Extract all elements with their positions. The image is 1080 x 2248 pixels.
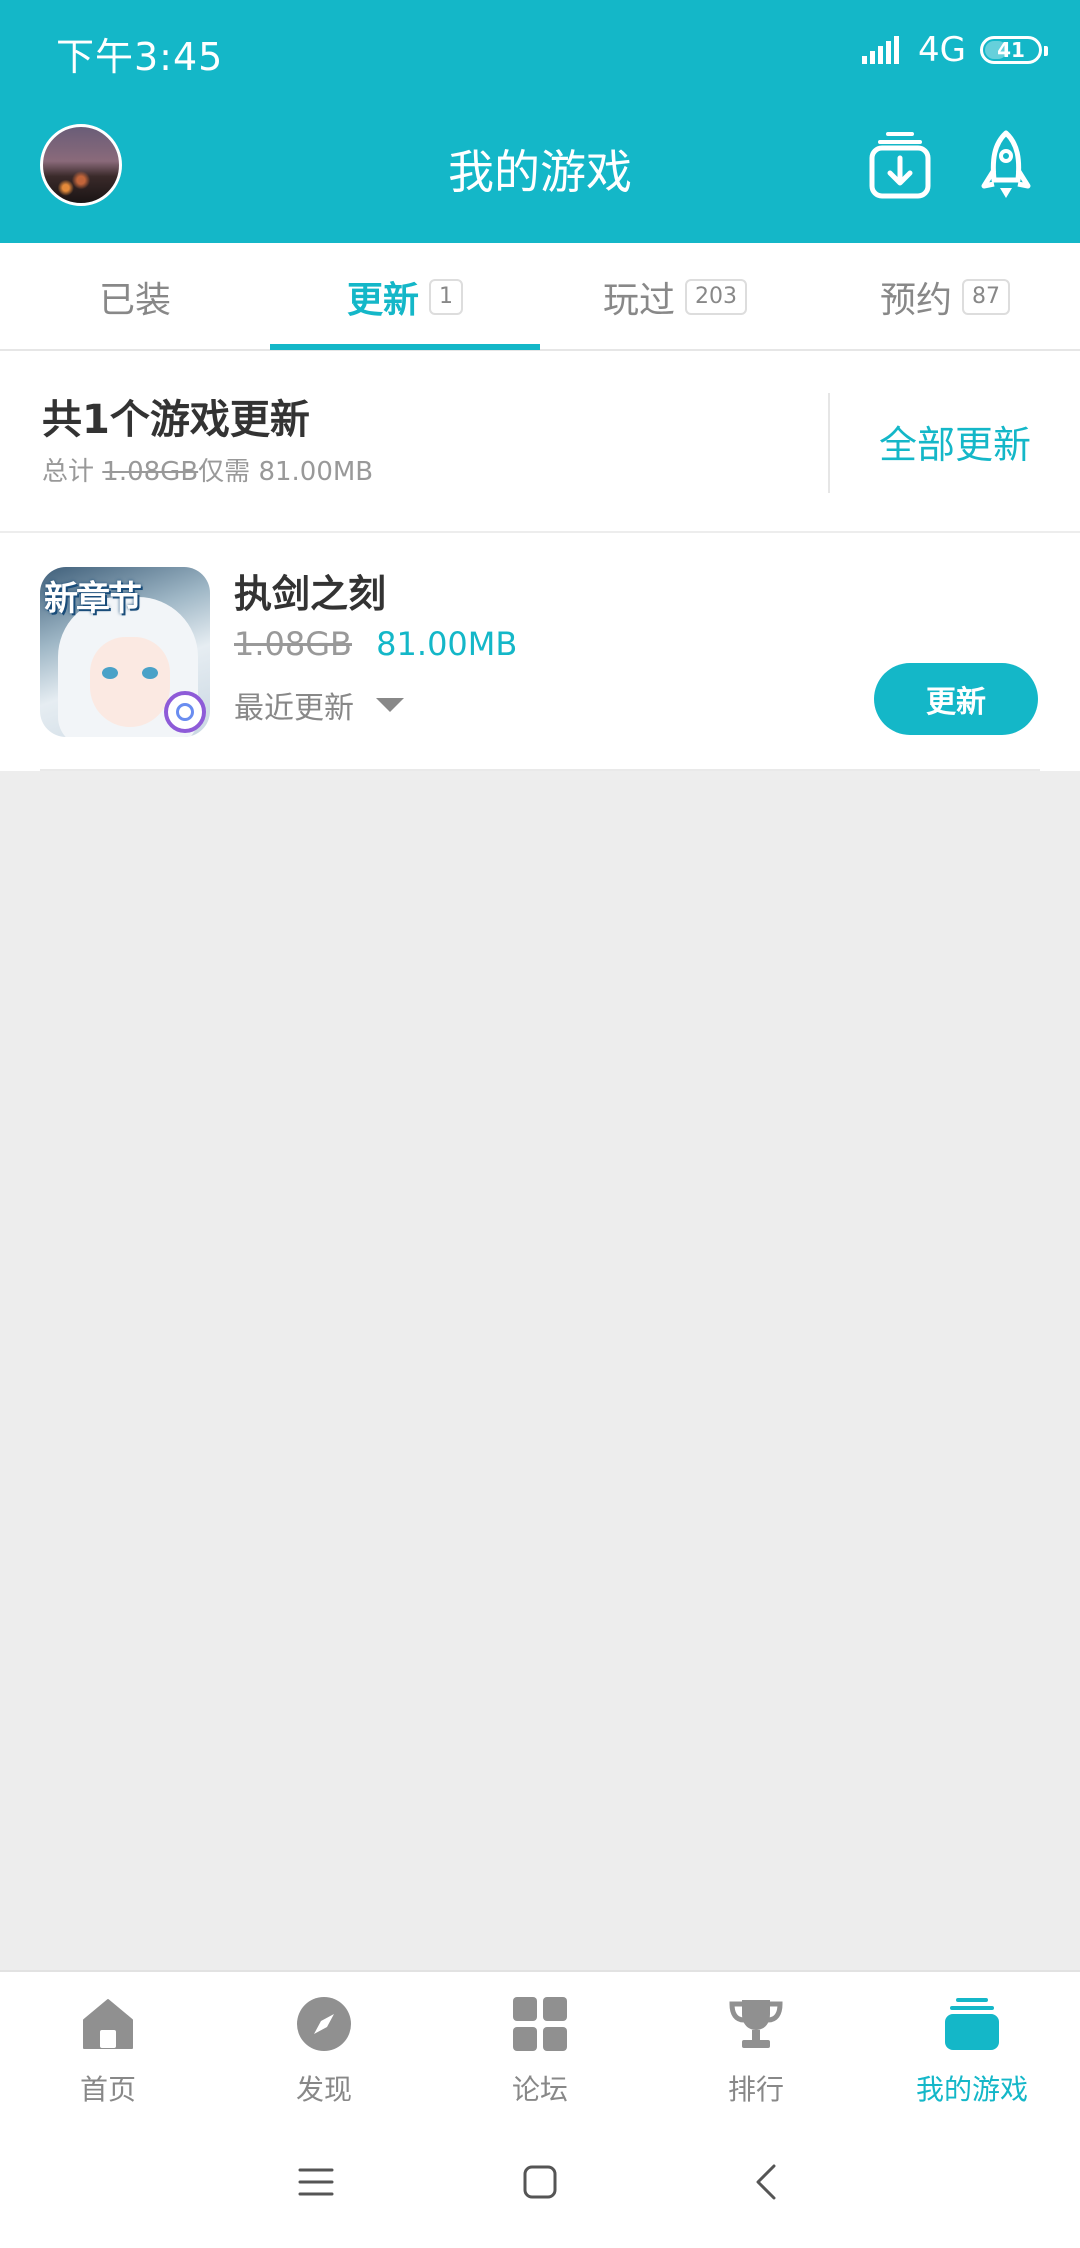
game-logo-badge-icon xyxy=(164,691,206,733)
home-icon xyxy=(83,1999,133,2049)
home-button-icon[interactable] xyxy=(516,2158,564,2206)
trophy-icon xyxy=(729,2000,783,2048)
app-header: 我的游戏 xyxy=(0,100,1080,243)
recent-update-label: 最近更新 xyxy=(234,691,354,726)
recent-update-toggle[interactable]: 最近更新 xyxy=(234,683,404,727)
icon-banner: 新章节 xyxy=(44,579,142,619)
nav-label: 首页 xyxy=(79,2073,136,2106)
game-sizes: 1.08GB 81.00MB xyxy=(234,625,517,663)
battery-icon: 41 xyxy=(980,36,1048,64)
back-icon[interactable] xyxy=(744,2158,792,2206)
nav-home[interactable]: 首页 xyxy=(0,1972,216,2118)
nav-label: 排行 xyxy=(727,2073,784,2106)
grid-icon xyxy=(513,1997,567,2051)
summary-title: 共1个游戏更新 xyxy=(42,397,310,443)
download-manager-icon[interactable] xyxy=(868,130,932,200)
tab-updates[interactable]: 更新 1 xyxy=(270,243,540,351)
status-time: 下午3:45 xyxy=(56,35,224,79)
tab-installed[interactable]: 已装 xyxy=(0,243,270,351)
nav-label: 发现 xyxy=(295,2073,352,2106)
battery-level: 41 xyxy=(997,38,1025,62)
update-summary: 共1个游戏更新 总计 1.08GB仅需 81.00MB 全部更新 xyxy=(0,351,1080,531)
bottom-nav: 首页 发现 论坛 排行 我的游戏 xyxy=(0,1970,1080,2118)
nav-label: 我的游戏 xyxy=(915,2073,1028,2106)
tab-bar: 已装 更新 1 玩过 203 预约 87 xyxy=(0,243,1080,351)
list-item[interactable]: 新章节 执剑之刻 1.08GB 81.00MB 最近更新 更新 xyxy=(0,533,1080,771)
divider xyxy=(40,769,1040,771)
update-all-button[interactable]: 全部更新 xyxy=(830,351,1080,531)
game-name: 执剑之刻 xyxy=(234,572,387,616)
total-label: 总计 xyxy=(42,457,95,487)
tab-label: 已装 xyxy=(98,280,171,321)
game-icon[interactable]: 新章节 xyxy=(40,567,210,737)
system-navigation-bar xyxy=(0,2118,1080,2248)
tab-played[interactable]: 玩过 203 xyxy=(540,243,810,351)
nav-discover[interactable]: 发现 xyxy=(216,1972,432,2118)
tab-label: 玩过 xyxy=(602,280,675,321)
new-size: 81.00MB xyxy=(376,625,518,663)
menu-icon[interactable] xyxy=(292,2158,340,2206)
summary-size-info: 总计 1.08GB仅需 81.00MB xyxy=(42,451,373,488)
total-size: 1.08GB xyxy=(102,457,199,487)
tab-reserved[interactable]: 预约 87 xyxy=(810,243,1080,351)
tab-label: 预约 xyxy=(879,280,952,321)
nav-my-games[interactable]: 我的游戏 xyxy=(864,1972,1080,2118)
update-button[interactable]: 更新 xyxy=(874,663,1038,735)
only-label: 仅需 xyxy=(198,457,251,487)
old-size: 1.08GB xyxy=(234,625,352,663)
stack-icon xyxy=(945,1998,999,2050)
rocket-icon[interactable] xyxy=(980,130,1032,202)
nav-label: 论坛 xyxy=(511,2073,568,2106)
status-indicators: 4G 41 xyxy=(862,28,1048,72)
count-badge: 87 xyxy=(962,279,1010,315)
status-bar: 下午3:45 4G 41 xyxy=(0,0,1080,100)
count-badge: 203 xyxy=(685,279,747,315)
nav-forum[interactable]: 论坛 xyxy=(432,1972,648,2118)
only-size: 81.00MB xyxy=(258,457,374,487)
count-badge: 1 xyxy=(429,279,463,315)
tab-label: 更新 xyxy=(346,280,419,321)
network-type: 4G xyxy=(918,30,966,70)
compass-icon xyxy=(297,1997,351,2051)
nav-ranking[interactable]: 排行 xyxy=(648,1972,864,2118)
chevron-down-icon xyxy=(376,698,404,712)
signal-icon xyxy=(862,34,904,66)
active-tab-indicator xyxy=(270,344,540,350)
